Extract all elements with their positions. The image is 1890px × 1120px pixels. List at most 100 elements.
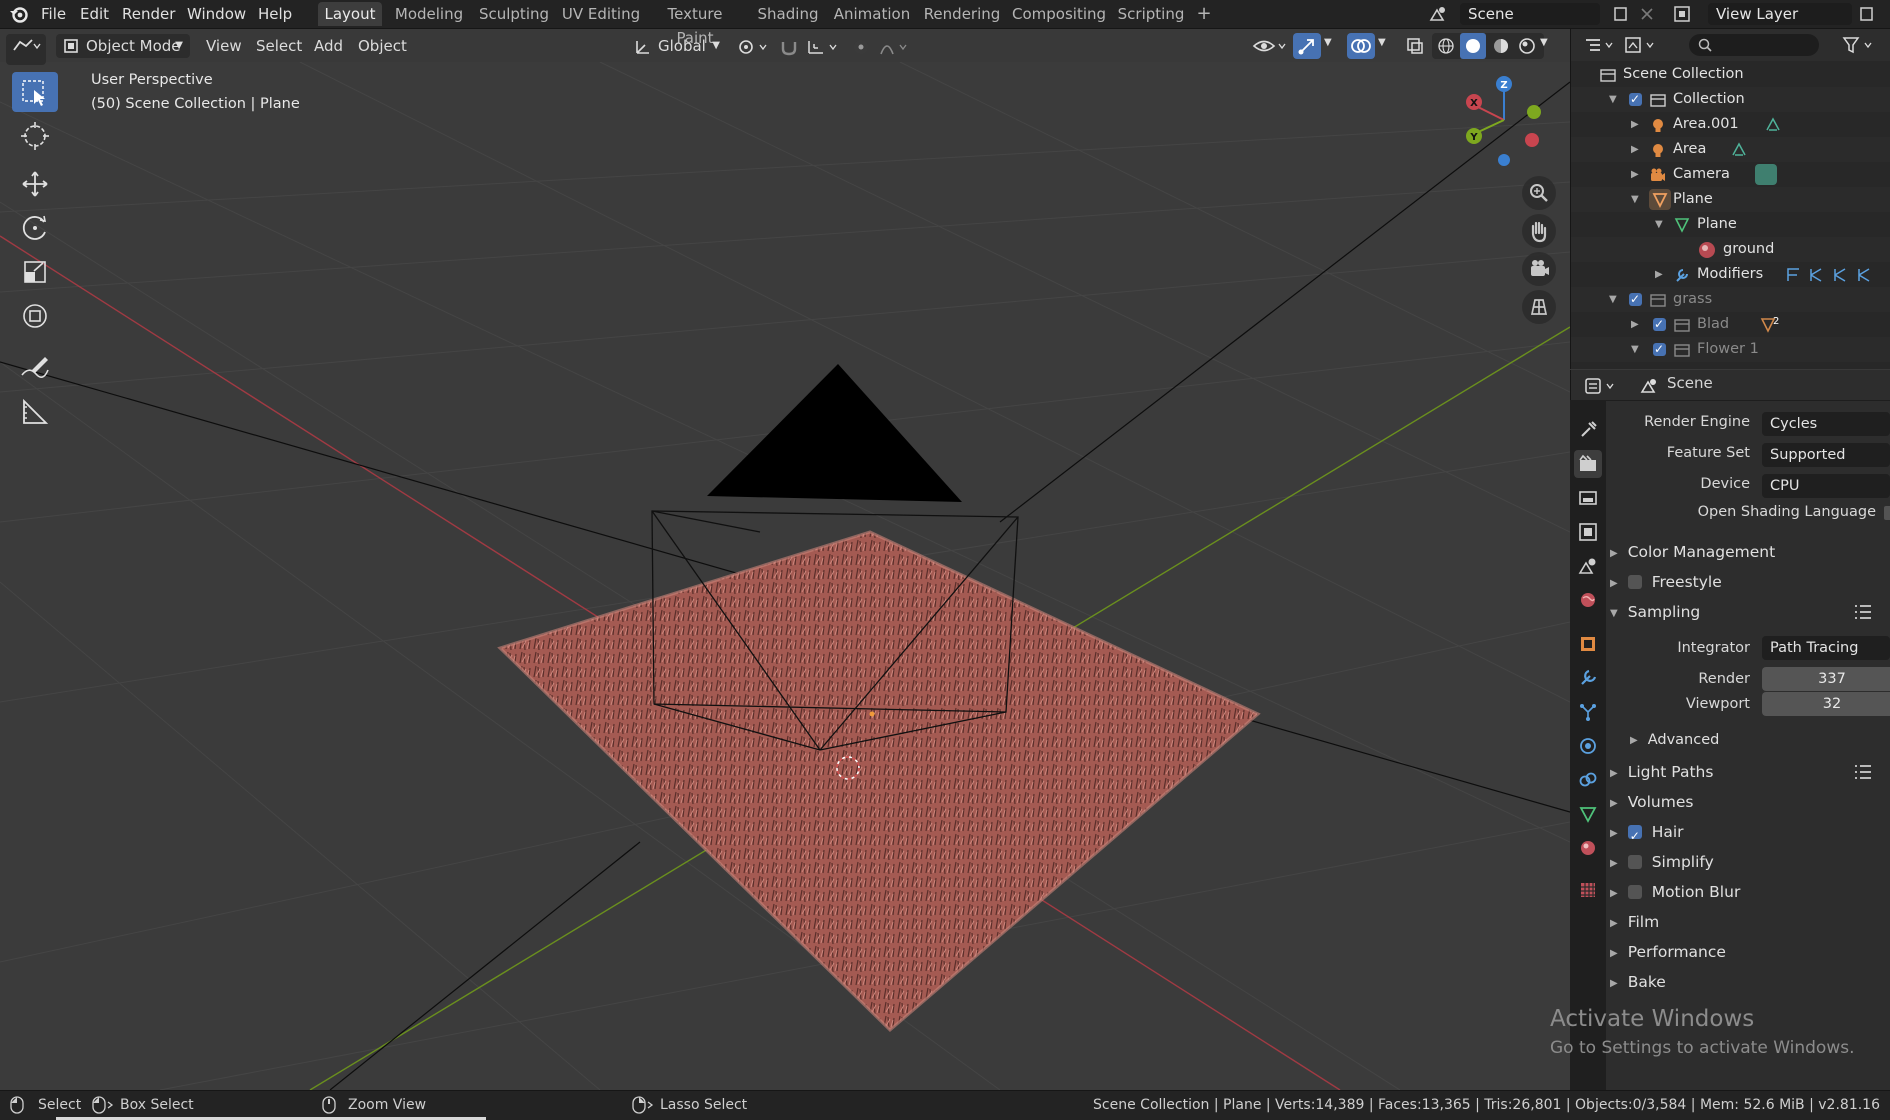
section-performance[interactable]: ▶ Performance [1610, 938, 1726, 966]
light-data-icon[interactable] [1729, 141, 1749, 159]
transform-tool[interactable] [12, 296, 58, 336]
navigation-gizmo[interactable]: Z X Y [1452, 70, 1562, 170]
snap-target-icon[interactable] [806, 36, 842, 58]
tab-particles[interactable] [1574, 698, 1602, 726]
tab-modeling[interactable]: Modeling [392, 2, 466, 26]
pivot-point-icon[interactable] [736, 37, 772, 57]
menu-file[interactable]: File [41, 3, 66, 25]
outliner-row[interactable]: ▼ Flower 1 [1571, 337, 1890, 362]
tab-scene[interactable] [1574, 552, 1602, 580]
modifier-icons[interactable] [1785, 266, 1875, 284]
tab-output[interactable] [1574, 484, 1602, 512]
presets-list-icon[interactable] [1852, 602, 1874, 622]
simplify-checkbox[interactable] [1627, 854, 1642, 869]
grass-plane[interactable] [500, 532, 1258, 1030]
disclosure-triangle-icon[interactable]: ▶ [1631, 312, 1639, 337]
disclosure-triangle-icon[interactable]: ▼ [1631, 337, 1639, 362]
tab-uv-editing[interactable]: UV Editing [558, 2, 644, 26]
menu-select[interactable]: Select [256, 34, 302, 58]
section-color-management[interactable]: ▶ Color Management [1610, 538, 1775, 566]
view-layer-icon[interactable] [1672, 4, 1702, 24]
tab-texture-paint[interactable]: Texture Paint [648, 2, 742, 47]
chevron-down-icon[interactable]: ▼ [1378, 37, 1386, 48]
menu-object[interactable]: Object [358, 34, 407, 58]
move-tool[interactable] [12, 164, 58, 204]
menu-help[interactable]: Help [258, 3, 292, 25]
scene-selector[interactable]: Scene [1460, 3, 1600, 25]
tab-scripting[interactable]: Scripting [1114, 2, 1188, 26]
section-simplify[interactable]: ▶ Simplify [1610, 848, 1714, 876]
disclosure-triangle-icon[interactable]: ▼ [1631, 187, 1639, 212]
tab-layout[interactable]: Layout [318, 2, 382, 26]
light-data-icon[interactable] [1763, 116, 1783, 134]
blender-logo-icon[interactable] [8, 3, 30, 25]
tab-physics[interactable] [1574, 732, 1602, 760]
transform-orientation-dropdown[interactable]: Global ▼ [628, 34, 724, 58]
section-sampling[interactable]: ▼ Sampling [1610, 598, 1700, 626]
proportional-edit-icon[interactable] [850, 36, 872, 58]
new-scene-icon[interactable] [1612, 5, 1630, 23]
disclosure-triangle-icon[interactable]: ▶ [1655, 262, 1663, 287]
tab-rendering[interactable]: Rendering [922, 2, 1002, 26]
show-overlays-button[interactable] [1347, 33, 1375, 59]
outliner-row[interactable]: ▶ Camera [1571, 162, 1890, 187]
outliner-row[interactable]: ▼ Collection [1571, 87, 1890, 112]
tab-shading[interactable]: Shading [752, 2, 824, 26]
disclosure-triangle-icon[interactable]: ▼ [1609, 87, 1617, 112]
section-hair[interactable]: ▶Hair [1610, 818, 1684, 850]
mode-dropdown[interactable]: Object Mode ▼ [56, 34, 190, 58]
tab-compositing[interactable]: Compositing [1012, 2, 1106, 26]
outliner-row[interactable]: Scene Collection [1571, 62, 1890, 87]
camera-data-icon[interactable] [1755, 164, 1777, 185]
freestyle-checkbox[interactable] [1627, 574, 1642, 589]
motion-blur-checkbox[interactable] [1627, 884, 1642, 899]
rendered-shading-icon[interactable] [1516, 35, 1538, 57]
exclude-checkbox[interactable] [1629, 287, 1642, 312]
tab-modifiers[interactable] [1574, 664, 1602, 692]
scale-tool[interactable] [12, 252, 58, 292]
xray-icon[interactable] [1404, 35, 1426, 57]
properties-editor-icon[interactable] [1583, 376, 1619, 396]
section-advanced[interactable]: ▶ Advanced [1630, 726, 1719, 754]
rotate-tool[interactable] [12, 208, 58, 248]
wireframe-shading-icon[interactable] [1435, 35, 1457, 57]
section-film[interactable]: ▶ Film [1610, 908, 1659, 936]
new-view-layer-icon[interactable] [1858, 5, 1876, 23]
section-light-paths[interactable]: ▶ Light Paths [1610, 758, 1713, 786]
editor-type-button[interactable] [6, 34, 46, 65]
disclosure-triangle-icon[interactable]: ▶ [1631, 162, 1639, 187]
disclosure-triangle-icon[interactable]: ▼ [1655, 212, 1663, 237]
annotate-tool[interactable] [12, 348, 58, 388]
outliner-row[interactable]: ▶ Area [1571, 137, 1890, 162]
tab-data[interactable] [1574, 800, 1602, 828]
outliner-row[interactable]: ▼ grass [1571, 287, 1890, 312]
falloff-icon[interactable] [878, 36, 914, 58]
outliner-row[interactable]: ▼ Plane [1571, 212, 1890, 237]
section-motion-blur[interactable]: ▶ Motion Blur [1610, 878, 1740, 906]
feature-set-dropdown[interactable]: Supported [1762, 443, 1890, 467]
tab-view-layer[interactable] [1574, 518, 1602, 546]
3d-viewport[interactable]: User Perspective (50) Scene Collection |… [0, 62, 1570, 1090]
chevron-down-icon[interactable]: ▼ [1540, 37, 1548, 48]
material-preview-icon[interactable] [1490, 35, 1512, 57]
cursor-tool[interactable] [12, 116, 58, 156]
outliner-row[interactable]: ▶ Modifiers [1571, 262, 1890, 287]
render-engine-dropdown[interactable]: Cycles [1762, 412, 1890, 436]
zoom-view-button[interactable] [1522, 176, 1556, 210]
section-freestyle[interactable]: ▶ Freestyle [1610, 568, 1722, 596]
outliner-row[interactable]: ▶ Area.001 [1571, 112, 1890, 137]
outliner-row[interactable]: ▼ Plane [1571, 187, 1890, 212]
view-layer-selector[interactable]: View Layer [1708, 3, 1852, 25]
menu-edit[interactable]: Edit [80, 3, 109, 25]
perspective-toggle-button[interactable] [1522, 290, 1556, 324]
show-gizmo-button[interactable] [1293, 33, 1321, 59]
outliner-editor-icon[interactable] [1583, 35, 1617, 55]
measure-tool[interactable] [12, 392, 58, 432]
exclude-checkbox[interactable] [1629, 87, 1642, 112]
tab-constraints[interactable] [1574, 766, 1602, 794]
outliner-row[interactable]: ▶ Blad 2 [1571, 312, 1890, 337]
disclosure-triangle-icon[interactable]: ▶ [1631, 137, 1639, 162]
exclude-checkbox[interactable] [1653, 337, 1666, 362]
tab-material[interactable] [1574, 834, 1602, 862]
filter-icon[interactable] [1841, 35, 1877, 55]
